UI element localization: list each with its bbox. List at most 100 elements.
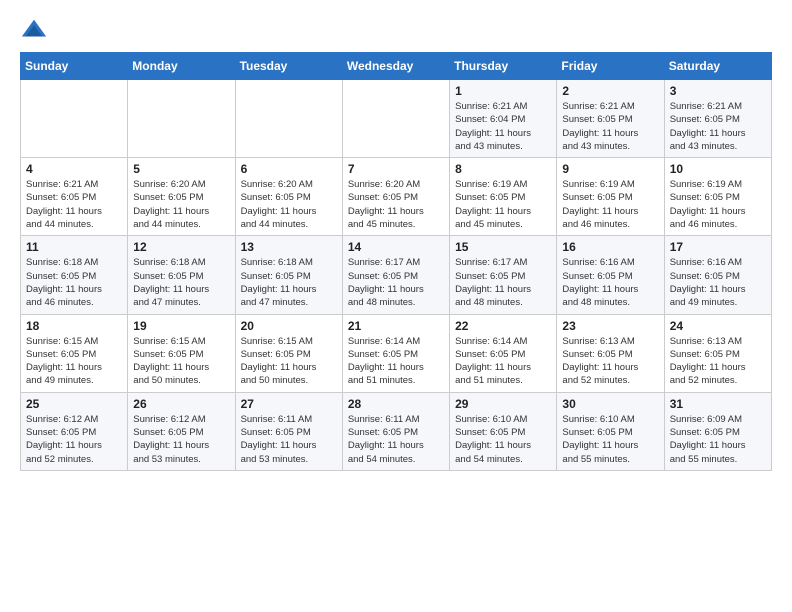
day-info: Sunrise: 6:21 AM Sunset: 6:04 PM Dayligh… <box>455 100 551 153</box>
calendar-cell <box>128 80 235 158</box>
calendar-cell: 17 Sunrise: 6:16 AM Sunset: 6:05 PM Dayli… <box>664 236 771 314</box>
day-number: 14 <box>348 240 444 254</box>
calendar-cell: 27 Sunrise: 6:11 AM Sunset: 6:05 PM Dayli… <box>235 392 342 470</box>
day-number: 8 <box>455 162 551 176</box>
day-info: Sunrise: 6:11 AM Sunset: 6:05 PM Dayligh… <box>241 413 337 466</box>
day-info: Sunrise: 6:21 AM Sunset: 6:05 PM Dayligh… <box>562 100 658 153</box>
day-number: 17 <box>670 240 766 254</box>
day-number: 13 <box>241 240 337 254</box>
calendar-cell: 8 Sunrise: 6:19 AM Sunset: 6:05 PM Daylig… <box>450 158 557 236</box>
weekday-header-thursday: Thursday <box>450 53 557 80</box>
day-number: 22 <box>455 319 551 333</box>
day-info: Sunrise: 6:13 AM Sunset: 6:05 PM Dayligh… <box>562 335 658 388</box>
day-number: 1 <box>455 84 551 98</box>
day-info: Sunrise: 6:19 AM Sunset: 6:05 PM Dayligh… <box>455 178 551 231</box>
day-info: Sunrise: 6:16 AM Sunset: 6:05 PM Dayligh… <box>562 256 658 309</box>
weekday-header-tuesday: Tuesday <box>235 53 342 80</box>
calendar-cell <box>21 80 128 158</box>
day-info: Sunrise: 6:16 AM Sunset: 6:05 PM Dayligh… <box>670 256 766 309</box>
day-info: Sunrise: 6:18 AM Sunset: 6:05 PM Dayligh… <box>26 256 122 309</box>
calendar-cell <box>235 80 342 158</box>
day-info: Sunrise: 6:09 AM Sunset: 6:05 PM Dayligh… <box>670 413 766 466</box>
calendar-cell: 14Sunrise: 6:17 AM Sunset: 6:05 PM Dayli… <box>342 236 449 314</box>
day-info: Sunrise: 6:21 AM Sunset: 6:05 PM Dayligh… <box>670 100 766 153</box>
calendar-cell: 1 Sunrise: 6:21 AM Sunset: 6:04 PM Daylig… <box>450 80 557 158</box>
calendar-cell: 26Sunrise: 6:12 AM Sunset: 6:05 PM Dayli… <box>128 392 235 470</box>
calendar-cell: 12 Sunrise: 6:18 AM Sunset: 6:05 PM Dayli… <box>128 236 235 314</box>
day-number: 21 <box>348 319 444 333</box>
calendar-row-2: 4 Sunrise: 6:21 AM Sunset: 6:05 PM Daylig… <box>21 158 772 236</box>
calendar-cell: 30 Sunrise: 6:10 AM Sunset: 6:05 PM Dayli… <box>557 392 664 470</box>
calendar-cell: 23 Sunrise: 6:13 AM Sunset: 6:05 PM Dayli… <box>557 314 664 392</box>
day-number: 6 <box>241 162 337 176</box>
calendar-cell <box>342 80 449 158</box>
day-info: Sunrise: 6:18 AM Sunset: 6:05 PM Dayligh… <box>133 256 229 309</box>
day-info: Sunrise: 6:19 AM Sunset: 6:05 PM Dayligh… <box>562 178 658 231</box>
calendar-cell: 29 Sunrise: 6:10 AM Sunset: 6:05 PM Dayli… <box>450 392 557 470</box>
day-info: Sunrise: 6:15 AM Sunset: 6:05 PM Dayligh… <box>133 335 229 388</box>
calendar-cell: 2Sunrise: 6:21 AM Sunset: 6:05 PM Daylig… <box>557 80 664 158</box>
day-info: Sunrise: 6:20 AM Sunset: 6:05 PM Dayligh… <box>241 178 337 231</box>
calendar-cell: 11 Sunrise: 6:18 AM Sunset: 6:05 PM Dayli… <box>21 236 128 314</box>
day-number: 30 <box>562 397 658 411</box>
day-number: 12 <box>133 240 229 254</box>
calendar-cell: 5 Sunrise: 6:20 AM Sunset: 6:05 PM Daylig… <box>128 158 235 236</box>
day-number: 15 <box>455 240 551 254</box>
day-info: Sunrise: 6:21 AM Sunset: 6:05 PM Dayligh… <box>26 178 122 231</box>
day-number: 7 <box>348 162 444 176</box>
logo-icon <box>20 16 48 44</box>
weekday-header-sunday: Sunday <box>21 53 128 80</box>
calendar-cell: 28 Sunrise: 6:11 AM Sunset: 6:05 PM Dayli… <box>342 392 449 470</box>
calendar: SundayMondayTuesdayWednesdayThursdayFrid… <box>20 52 772 471</box>
calendar-cell: 18 Sunrise: 6:15 AM Sunset: 6:05 PM Dayli… <box>21 314 128 392</box>
day-info: Sunrise: 6:14 AM Sunset: 6:05 PM Dayligh… <box>455 335 551 388</box>
day-number: 25 <box>26 397 122 411</box>
day-info: Sunrise: 6:20 AM Sunset: 6:05 PM Dayligh… <box>348 178 444 231</box>
day-info: Sunrise: 6:10 AM Sunset: 6:05 PM Dayligh… <box>562 413 658 466</box>
day-number: 3 <box>670 84 766 98</box>
page-header <box>20 16 772 44</box>
day-number: 28 <box>348 397 444 411</box>
calendar-cell: 13 Sunrise: 6:18 AM Sunset: 6:05 PM Dayli… <box>235 236 342 314</box>
day-number: 4 <box>26 162 122 176</box>
calendar-cell: 22 Sunrise: 6:14 AM Sunset: 6:05 PM Dayli… <box>450 314 557 392</box>
weekday-header-monday: Monday <box>128 53 235 80</box>
calendar-row-4: 18 Sunrise: 6:15 AM Sunset: 6:05 PM Dayli… <box>21 314 772 392</box>
weekday-header-friday: Friday <box>557 53 664 80</box>
day-number: 10 <box>670 162 766 176</box>
calendar-cell: 24 Sunrise: 6:13 AM Sunset: 6:05 PM Dayli… <box>664 314 771 392</box>
day-number: 24 <box>670 319 766 333</box>
day-number: 29 <box>455 397 551 411</box>
day-info: Sunrise: 6:19 AM Sunset: 6:05 PM Dayligh… <box>670 178 766 231</box>
calendar-cell: 19Sunrise: 6:15 AM Sunset: 6:05 PM Dayli… <box>128 314 235 392</box>
calendar-cell: 31 Sunrise: 6:09 AM Sunset: 6:05 PM Dayli… <box>664 392 771 470</box>
day-number: 11 <box>26 240 122 254</box>
calendar-cell: 4 Sunrise: 6:21 AM Sunset: 6:05 PM Daylig… <box>21 158 128 236</box>
calendar-cell: 25 Sunrise: 6:12 AM Sunset: 6:05 PM Dayli… <box>21 392 128 470</box>
day-number: 16 <box>562 240 658 254</box>
day-number: 5 <box>133 162 229 176</box>
calendar-cell: 16 Sunrise: 6:16 AM Sunset: 6:05 PM Dayli… <box>557 236 664 314</box>
day-info: Sunrise: 6:18 AM Sunset: 6:05 PM Dayligh… <box>241 256 337 309</box>
day-info: Sunrise: 6:13 AM Sunset: 6:05 PM Dayligh… <box>670 335 766 388</box>
day-number: 9 <box>562 162 658 176</box>
weekday-header-wednesday: Wednesday <box>342 53 449 80</box>
weekday-header-saturday: Saturday <box>664 53 771 80</box>
day-info: Sunrise: 6:11 AM Sunset: 6:05 PM Dayligh… <box>348 413 444 466</box>
calendar-cell: 15Sunrise: 6:17 AM Sunset: 6:05 PM Dayli… <box>450 236 557 314</box>
day-info: Sunrise: 6:20 AM Sunset: 6:05 PM Dayligh… <box>133 178 229 231</box>
day-number: 27 <box>241 397 337 411</box>
day-number: 18 <box>26 319 122 333</box>
logo <box>20 16 52 44</box>
day-number: 23 <box>562 319 658 333</box>
calendar-cell: 10 Sunrise: 6:19 AM Sunset: 6:05 PM Dayli… <box>664 158 771 236</box>
day-info: Sunrise: 6:10 AM Sunset: 6:05 PM Dayligh… <box>455 413 551 466</box>
day-info: Sunrise: 6:12 AM Sunset: 6:05 PM Dayligh… <box>26 413 122 466</box>
day-info: Sunrise: 6:15 AM Sunset: 6:05 PM Dayligh… <box>26 335 122 388</box>
day-number: 20 <box>241 319 337 333</box>
calendar-row-1: 1 Sunrise: 6:21 AM Sunset: 6:04 PM Daylig… <box>21 80 772 158</box>
calendar-row-3: 11 Sunrise: 6:18 AM Sunset: 6:05 PM Dayli… <box>21 236 772 314</box>
day-number: 31 <box>670 397 766 411</box>
day-number: 26 <box>133 397 229 411</box>
calendar-cell: 21Sunrise: 6:14 AM Sunset: 6:05 PM Dayli… <box>342 314 449 392</box>
